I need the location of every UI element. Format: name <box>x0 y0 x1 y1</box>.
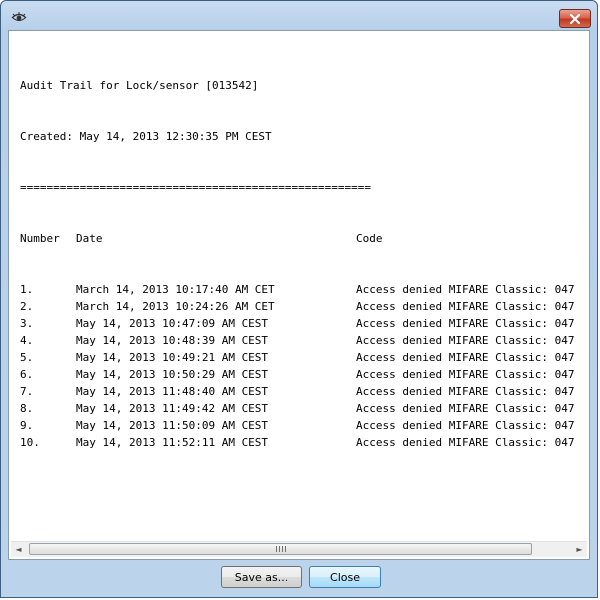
row-number: 8. <box>20 402 34 415</box>
table-row: 8. May 14, 2013 11:49:42 AM CEST Access de… <box>20 400 589 417</box>
row-date: May 14, 2013 10:48:39 AM CEST <box>76 334 269 347</box>
row-number: 5. <box>20 351 34 364</box>
table-row: 1. March 14, 2013 10:17:40 AM CET Access d… <box>20 281 589 298</box>
row-code: Access denied MIFARE Classic: 047 <box>356 317 575 330</box>
row-number: 3. <box>20 317 34 330</box>
scrollbar-thumb[interactable] <box>29 543 532 555</box>
table-row: 3. May 14, 2013 10:47:09 AM CEST Access de… <box>20 315 589 332</box>
table-row: 6. May 14, 2013 10:50:29 AM CEST Access de… <box>20 366 589 383</box>
row-code: Access denied MIFARE Classic: 047 <box>356 351 575 364</box>
row-number: 10. <box>20 436 40 449</box>
table-row: 4. May 14, 2013 10:48:39 AM CEST Access de… <box>20 332 589 349</box>
row-code: Access denied MIFARE Classic: 047 <box>356 283 575 296</box>
scroll-right-arrow-icon[interactable]: ► <box>572 542 587 557</box>
row-date: May 14, 2013 10:47:09 AM CEST <box>76 317 269 330</box>
row-code: Access denied MIFARE Classic: 047 <box>356 436 575 449</box>
table-row: 5. May 14, 2013 10:49:21 AM CEST Access de… <box>20 349 589 366</box>
report-created: Created: May 14, 2013 12:30:35 PM CEST <box>20 130 272 143</box>
row-number: 2. <box>20 300 34 313</box>
row-date: May 14, 2013 10:50:29 AM CEST <box>76 368 269 381</box>
dialog-window: Audit Trail for Lock/sensor [013542] Cre… <box>0 0 598 598</box>
header-date: Date <box>76 232 103 245</box>
report-separator: ========================================… <box>20 181 371 194</box>
table-header: Number Date Code <box>20 230 589 247</box>
window-close-button[interactable] <box>559 9 591 28</box>
row-number: 9. <box>20 419 34 432</box>
row-number: 7. <box>20 385 34 398</box>
report-content: Audit Trail for Lock/sensor [013542] Cre… <box>20 43 589 543</box>
table-row: 7. May 14, 2013 11:48:40 AM CEST Access de… <box>20 383 589 400</box>
row-date: May 14, 2013 10:49:21 AM CEST <box>76 351 269 364</box>
row-number: 6. <box>20 368 34 381</box>
eye-icon <box>10 9 28 25</box>
horizontal-scrollbar[interactable]: ◄ ► <box>11 541 587 557</box>
row-date: March 14, 2013 10:24:26 AM CET <box>76 300 275 313</box>
row-number: 1. <box>20 283 34 296</box>
close-button[interactable]: Close <box>309 566 381 588</box>
row-code: Access denied MIFARE Classic: 047 <box>356 300 575 313</box>
close-icon <box>569 13 581 24</box>
header-code: Code <box>356 232 383 245</box>
report-text-area[interactable]: Audit Trail for Lock/sensor [013542] Cre… <box>8 30 590 560</box>
row-code: Access denied MIFARE Classic: 047 <box>356 419 575 432</box>
title-bar[interactable] <box>1 1 597 31</box>
row-code: Access denied MIFARE Classic: 047 <box>356 334 575 347</box>
table-row: 9. May 14, 2013 11:50:09 AM CEST Access de… <box>20 417 589 434</box>
table-row: 2. March 14, 2013 10:24:26 AM CET Access d… <box>20 298 589 315</box>
row-code: Access denied MIFARE Classic: 047 <box>356 402 575 415</box>
row-date: May 14, 2013 11:49:42 AM CEST <box>76 402 269 415</box>
table-row: 10. May 14, 2013 11:52:11 AM CEST Access d… <box>20 434 589 451</box>
grip-icon <box>276 546 286 552</box>
row-number: 4. <box>20 334 34 347</box>
row-code: Access denied MIFARE Classic: 047 <box>356 385 575 398</box>
row-date: May 14, 2013 11:48:40 AM CEST <box>76 385 269 398</box>
row-date: May 14, 2013 11:50:09 AM CEST <box>76 419 269 432</box>
row-code: Access denied MIFARE Classic: 047 <box>356 368 575 381</box>
header-number: Number <box>20 232 60 245</box>
row-date: May 14, 2013 11:52:11 AM CEST <box>76 436 269 449</box>
save-as-button[interactable]: Save as... <box>221 566 302 588</box>
report-title: Audit Trail for Lock/sensor [013542] <box>20 79 259 92</box>
scroll-left-arrow-icon[interactable]: ◄ <box>11 542 26 557</box>
row-date: March 14, 2013 10:17:40 AM CET <box>76 283 275 296</box>
